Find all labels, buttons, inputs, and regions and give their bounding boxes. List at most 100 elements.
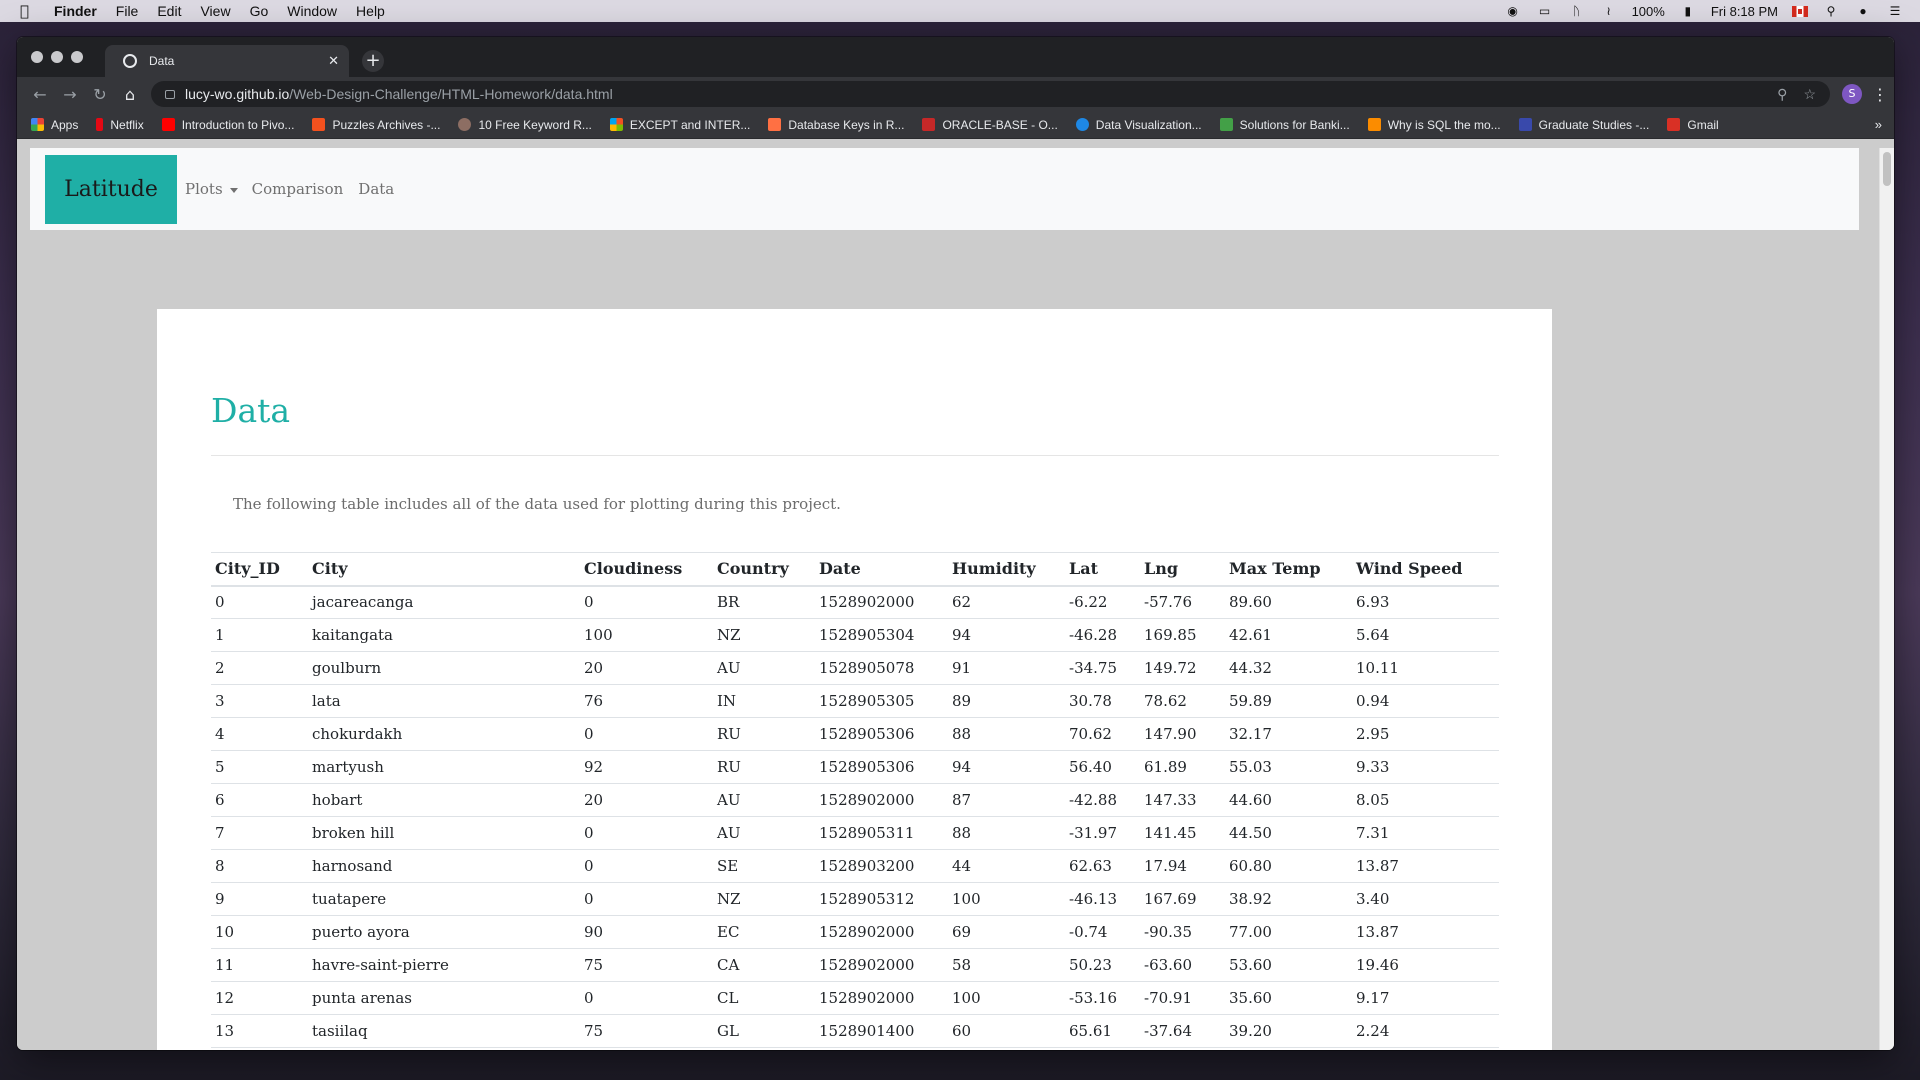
bookmark-netflix[interactable]: Netflix [96,118,144,132]
menu-edit[interactable]: Edit [157,3,181,19]
wifi-icon[interactable]: ≀ [1600,4,1618,18]
bookmark-pivot[interactable]: Introduction to Pivo... [161,118,294,132]
input-source-flag-icon[interactable] [1792,5,1808,17]
table-cell: 88 [948,717,1065,751]
forward-arrow-icon[interactable]: → [55,85,85,104]
back-arrow-icon[interactable]: ← [25,85,55,104]
menu-app-name[interactable]: Finder [54,3,97,19]
bookmark-puzzles[interactable]: Puzzles Archives -... [312,118,440,132]
nav-plots-label: Plots [185,180,223,198]
table-cell: -70.91 [1140,981,1225,1015]
bookmarks-bar: Apps Netflix Introduction to Pivo... Puz… [17,111,1894,139]
home-icon[interactable]: ⌂ [115,85,145,104]
bookmark-keyword[interactable]: 10 Free Keyword R... [458,118,592,132]
bookmark-apps[interactable]: Apps [31,118,78,132]
table-cell: 77.00 [1225,915,1352,949]
table-cell: 10 [211,915,308,949]
table-cell: -6.22 [1065,585,1140,619]
table-cell: 1528905305 [815,684,948,718]
lock-icon[interactable] [165,89,175,99]
bookmark-oracle[interactable]: ORACLE-BASE - O... [922,118,1058,132]
new-tab-button[interactable]: + [362,50,384,72]
table-cell: 141.45 [1140,816,1225,850]
zoom-search-icon[interactable]: ⚲ [1777,86,1787,103]
nav-data-link[interactable]: Data [358,180,394,198]
page-viewport: Latitude Plots Comparison Data Data The … [17,148,1894,1050]
battery-icon[interactable]: ▮ [1679,4,1697,18]
table-cell: 60.80 [1225,849,1352,883]
menu-file[interactable]: File [116,3,139,19]
table-cell: broken hill [308,816,580,850]
table-cell: 1 [211,618,308,652]
airplay-icon[interactable]: ▭ [1536,4,1554,18]
nav-comparison-link[interactable]: Comparison [252,180,344,198]
table-cell: 55.03 [1225,750,1352,784]
siri-icon[interactable]: ● [1854,4,1872,18]
bookmark-banking[interactable]: Solutions for Banki... [1219,118,1350,132]
bookmark-label: Gmail [1687,117,1719,132]
menu-window[interactable]: Window [287,3,337,19]
table-cell: 100 [580,618,713,652]
nav-plots-dropdown[interactable]: Plots [185,180,238,198]
spotlight-search-icon[interactable]: ⚲ [1822,4,1840,18]
bookmark-dataviz[interactable]: Data Visualization... [1075,118,1202,132]
reload-icon[interactable]: ↻ [85,85,115,104]
menu-go[interactable]: Go [250,3,269,19]
close-window-button[interactable] [31,51,43,63]
table-row: 0 jacareacanga 0 BR 1528902000 62 -6.22 -57.76 8… [211,585,1499,619]
address-bar[interactable]: lucy-wo.github.io/Web-Design-Challenge/H… [151,81,1830,107]
table-cell: 1528903200 [815,849,948,883]
profile-avatar[interactable]: S [1842,84,1862,104]
table-cell: 1528902000 [815,948,948,982]
bookmark-sql[interactable]: Why is SQL the mo... [1367,118,1501,132]
minimize-window-button[interactable] [51,51,63,63]
zoom-window-button[interactable] [71,51,83,63]
table-cell: 6.93 [1352,585,1499,619]
page-intro-text: The following table includes all of the … [233,495,841,513]
browser-menu-icon[interactable]: ⋮ [1872,85,1888,104]
table-cell: martyush [308,750,580,784]
table-cell: 44 [948,849,1065,883]
menu-view[interactable]: View [200,3,230,19]
notification-center-icon[interactable]: ☰ [1886,4,1904,18]
column-header: Wind Speed [1352,552,1499,587]
scrollbar-thumb[interactable] [1883,152,1891,186]
bookmark-gmail[interactable]: Gmail [1667,117,1719,132]
menu-help[interactable]: Help [356,3,385,19]
table-cell: 1528902000 [815,981,948,1015]
page-scrollbar[interactable] [1879,148,1894,1050]
macos-menubar:  Finder File Edit View Go Window Help ◉… [0,0,1920,22]
tab-data[interactable]: Data ✕ [105,45,349,77]
bookmark-dbkeys[interactable]: Database Keys in R... [768,118,904,132]
tab-title: Data [149,54,175,68]
address-bar-actions: ⚲ ☆ [1777,86,1816,103]
bookmark-graduate[interactable]: Graduate Studies -... [1518,118,1649,132]
table-cell: 3.40 [1352,882,1499,916]
table-cell: 1528902000 [815,585,948,619]
bluetooth-icon[interactable]: ᚢ [1568,4,1586,18]
table-cell: 90 [580,915,713,949]
table-cell: 32.17 [1225,717,1352,751]
table-cell: 44.32 [1225,651,1352,685]
wechat-icon[interactable]: ◉ [1504,4,1522,18]
table-cell: jacareacanga [308,585,580,619]
table-cell: SE [713,849,815,883]
table-cell: NZ [713,882,815,916]
caret-down-icon [229,187,238,193]
table-cell: -34.75 [1065,651,1140,685]
close-tab-icon[interactable]: ✕ [328,53,339,69]
bookmark-label: Database Keys in R... [788,117,905,132]
table-cell: 0 [580,717,713,751]
bookmark-star-icon[interactable]: ☆ [1803,86,1816,103]
more-bookmarks-icon[interactable]: » [1875,117,1882,132]
table-row: 8 harnosand 0 SE 1528903200 44 62.63 17.94 60.80… [211,849,1499,883]
battery-percentage[interactable]: 100% [1632,4,1665,19]
bookmark-except[interactable]: EXCEPT and INTER... [609,118,750,132]
table-cell: 89.60 [1225,585,1352,619]
table-cell: BR [713,585,815,619]
heading-divider [211,455,1499,456]
table-cell: 0 [211,585,308,619]
apple-menu-icon[interactable]:  [20,2,40,20]
menubar-clock[interactable]: Fri 8:18 PM [1711,4,1778,19]
brand-logo-link[interactable]: Latitude [45,154,177,224]
